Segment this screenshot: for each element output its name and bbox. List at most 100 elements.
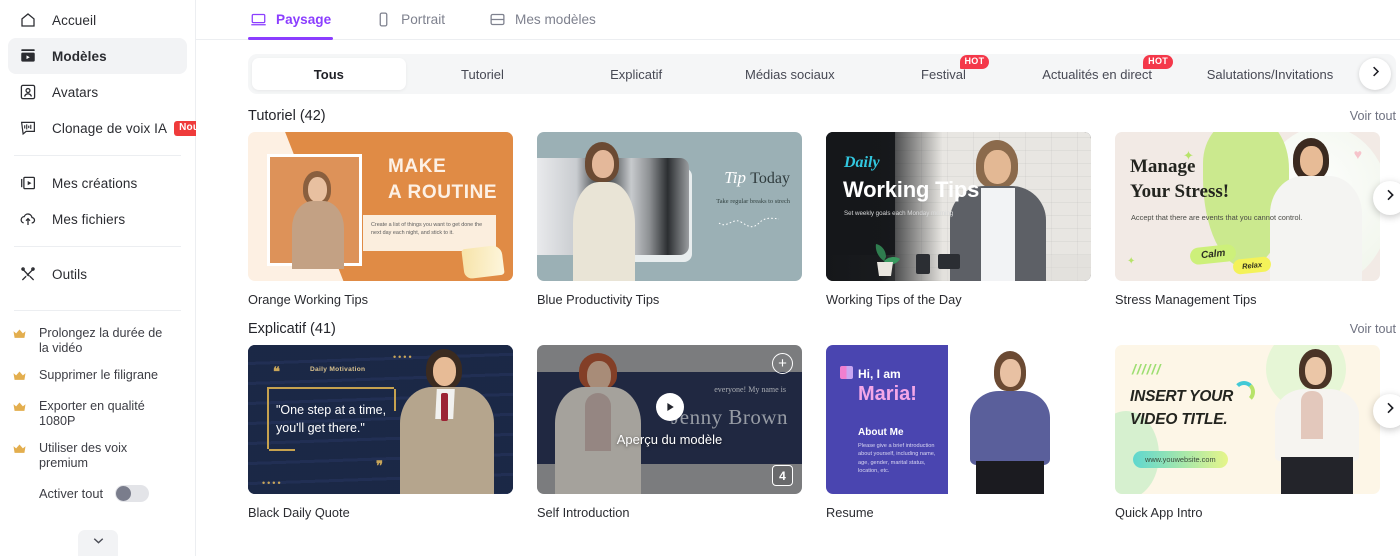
filter-chip-festival[interactable]: Festival HOT — [867, 55, 1021, 90]
thumb-textbox: Create a list of things you want to get … — [363, 215, 496, 251]
sidebar-item-outils[interactable]: Outils — [8, 256, 187, 292]
thumb-headline: Tip Today — [724, 168, 790, 187]
thumb-tag-relax: Relax — [1232, 256, 1272, 275]
thumb-headline: Maria! — [858, 383, 917, 405]
home-icon — [18, 10, 38, 30]
landscape-icon — [250, 11, 267, 28]
crown-icon — [12, 327, 28, 345]
row-next-button[interactable] — [1373, 180, 1400, 215]
template-thumbnail[interactable]: "One step at a time, you'll get there." … — [248, 345, 513, 494]
tab-label: Mes modèles — [515, 12, 596, 27]
tab-mes-modeles[interactable]: Mes modèles — [487, 0, 598, 40]
tools-icon — [18, 264, 38, 284]
sidebar-item-avatars[interactable]: Avatars — [8, 74, 187, 110]
template-thumbnail[interactable]: ////// INSERT YOUR VIDEO TITLE. www.youw… — [1115, 345, 1380, 494]
tab-label: Paysage — [276, 12, 332, 27]
creations-icon — [18, 173, 38, 193]
preview-label: Aperçu du modèle — [616, 431, 723, 447]
template-thumbnail[interactable]: Daily Working Tips Set weekly goals each… — [826, 132, 1091, 281]
app-root: Accueil Modèles Avatars Clonage de voix … — [0, 0, 1400, 556]
template-card[interactable]: "One step at a time, you'll get there." … — [248, 345, 513, 520]
premium-item-duree[interactable]: Prolongez la durée de la vidéo — [10, 320, 185, 362]
play-icon[interactable] — [655, 392, 684, 421]
sidebar-item-label: Clonage de voix IA — [52, 120, 168, 136]
thumb-plant-icon — [875, 244, 900, 276]
view-tabs: Paysage Portrait Mes modèles — [196, 0, 1400, 40]
template-card-title: Working Tips of the Day — [826, 292, 962, 307]
template-card-title: Stress Management Tips — [1115, 292, 1257, 307]
chevron-down-icon — [90, 532, 107, 554]
premium-item-1080p[interactable]: Exporter en qualité 1080P — [10, 393, 185, 435]
section-header: Explicatif (41) Voir tout — [248, 307, 1396, 345]
sidebar-nav-secondary: Mes créations Mes fichiers — [0, 165, 195, 237]
template-card[interactable]: ////// INSERT YOUR VIDEO TITLE. www.youw… — [1115, 345, 1380, 520]
template-thumbnail[interactable]: Manage Your Stress! Accept that there ar… — [1115, 132, 1380, 281]
thumb-eyebrow: Daily Motivation — [310, 366, 366, 373]
sidebar-nav-tools: Outils — [0, 256, 195, 292]
thumb-decoration — [461, 244, 505, 280]
sidebar-divider-3 — [14, 310, 181, 311]
template-card[interactable]: MAKE A ROUTINE Create a list of things y… — [248, 132, 513, 307]
filter-chip-label: Tutoriel — [461, 66, 504, 82]
thumb-body-text: Accept that there are events that you ca… — [1131, 213, 1303, 222]
template-thumbnail[interactable]: Tip Today Take regular breaks to strech — [537, 132, 802, 281]
thumb-photo-frame — [267, 154, 362, 269]
filter-chip-medias-sociaux[interactable]: Médias sociaux — [713, 58, 867, 90]
thumb-body-text: Create a list of things you want to get … — [371, 222, 483, 237]
tab-portrait[interactable]: Portrait — [373, 0, 447, 40]
filter-chip-label: Tous — [313, 66, 344, 82]
toggle-knob — [116, 486, 132, 501]
thumb-slashes-decoration: ////// — [1132, 361, 1162, 377]
voice-icon — [18, 118, 38, 138]
filter-chip-tous[interactable]: Tous — [252, 58, 406, 90]
filter-chip-label: Festival — [921, 66, 966, 82]
activer-tout-toggle[interactable] — [115, 485, 150, 502]
template-card[interactable]: Hi, I am Maria! About Me Please give a b… — [826, 345, 1091, 520]
filter-chip-tutoriel[interactable]: Tutoriel — [406, 58, 560, 90]
see-all-link[interactable]: Voir tout — [1350, 322, 1396, 336]
template-card-hovered[interactable]: everyone! My name is Jenny Brown Aperçu … — [537, 345, 802, 520]
thumb-headline: Working Tips — [843, 177, 980, 202]
template-thumbnail[interactable]: MAKE A ROUTINE Create a list of things y… — [248, 132, 513, 281]
see-all-link[interactable]: Voir tout — [1350, 109, 1396, 123]
template-card[interactable]: Tip Today Take regular breaks to strech … — [537, 132, 802, 307]
section-explicatif: Explicatif (41) Voir tout "One step at a… — [248, 307, 1400, 520]
sidebar-item-accueil[interactable]: Accueil — [8, 2, 187, 38]
my-templates-icon — [489, 11, 506, 28]
premium-item-label: Supprimer le filigrane — [39, 368, 158, 382]
template-card-title: Blue Productivity Tips — [537, 292, 660, 307]
thumb-subhead: About Me — [858, 427, 904, 438]
section-header: Tutoriel (42) Voir tout — [248, 94, 1396, 132]
tab-paysage[interactable]: Paysage — [248, 0, 334, 40]
row-next-button[interactable] — [1373, 393, 1400, 428]
thumb-quote: "One step at a time, you'll get there." — [276, 403, 387, 435]
chevron-right-icon — [1382, 400, 1398, 421]
quote-mark-icon: ❝ — [273, 364, 280, 379]
plus-icon[interactable]: + — [772, 353, 793, 374]
avatar-icon — [18, 82, 38, 102]
thumb-book-icon — [840, 366, 853, 379]
sidebar-item-modeles[interactable]: Modèles — [8, 38, 187, 74]
premium-benefits-list: Prolongez la durée de la vidéo Supprimer… — [0, 320, 195, 502]
sparkle-icon: ✦ — [1183, 148, 1194, 163]
premium-item-label: Exporter en qualité 1080P — [39, 399, 145, 428]
template-card-title: Orange Working Tips — [248, 292, 368, 307]
sidebar-item-mes-creations[interactable]: Mes créations — [8, 165, 187, 201]
filter-chip-explicatif[interactable]: Explicatif — [559, 58, 713, 90]
thumb-eyebrow: Daily — [844, 154, 880, 171]
sidebar-item-label: Accueil — [52, 12, 97, 28]
sidebar-collapse-button[interactable] — [78, 530, 118, 556]
sidebar-item-clonage-voix-ia[interactable]: Clonage de voix IA Nouveau — [8, 110, 228, 146]
template-thumbnail[interactable]: everyone! My name is Jenny Brown Aperçu … — [537, 345, 802, 494]
heart-icon: ♥ — [1353, 146, 1362, 162]
sidebar-item-mes-fichiers[interactable]: Mes fichiers — [8, 201, 187, 237]
premium-item-voix-premium[interactable]: Utiliser des voix premium — [10, 435, 185, 477]
template-thumbnail[interactable]: Hi, I am Maria! About Me Please give a b… — [826, 345, 1091, 494]
premium-item-label: Prolongez la durée de la vidéo — [39, 326, 163, 355]
filter-next-button[interactable] — [1359, 58, 1391, 90]
premium-item-filigrane[interactable]: Supprimer le filigrane — [10, 362, 185, 393]
filter-chip-actualites-en-direct[interactable]: Actualités en direct HOT — [1020, 55, 1174, 90]
template-card[interactable]: Daily Working Tips Set weekly goals each… — [826, 132, 1091, 307]
quote-mark-icon: ❞ — [376, 458, 383, 473]
template-card[interactable]: Manage Your Stress! Accept that there ar… — [1115, 132, 1380, 307]
